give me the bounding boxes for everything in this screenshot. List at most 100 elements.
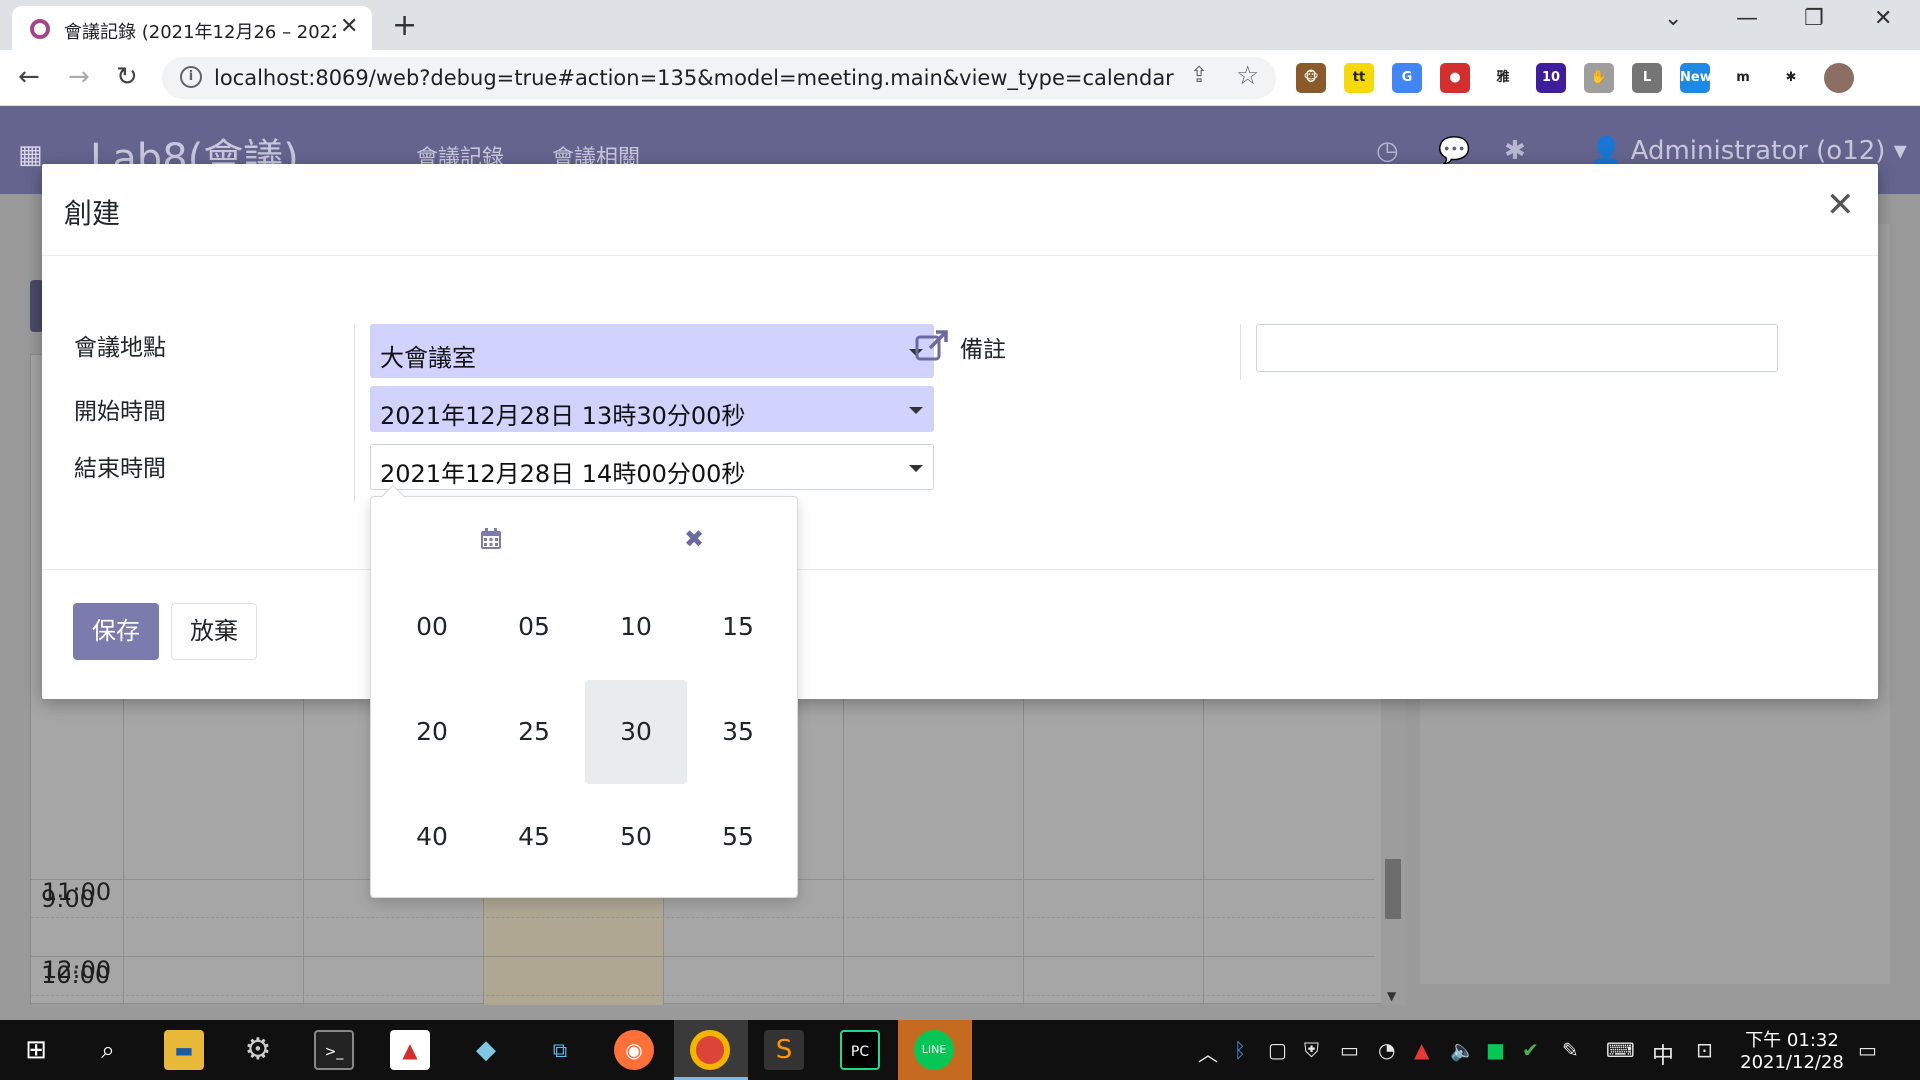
- chevron-down-icon: [909, 407, 923, 414]
- minute-40[interactable]: 40: [381, 785, 483, 889]
- scrollbar-thumb[interactable]: [1385, 859, 1401, 919]
- minute-25[interactable]: 25: [483, 680, 585, 784]
- tray-overflow-icon[interactable]: ︿: [1198, 1038, 1218, 1067]
- end-time-input[interactable]: 2021年12月28日 14時00分00秒: [370, 444, 934, 490]
- minute-picker: ✖ 00 05 10 15 20 25 30 35 40 45 50 55: [370, 484, 798, 898]
- notification-center-icon[interactable]: ▭: [1858, 1038, 1877, 1062]
- line-app-icon[interactable]: LINE: [914, 1030, 954, 1070]
- keyboard-icon[interactable]: ⌨: [1606, 1038, 1635, 1062]
- browser-tab[interactable]: 會議記錄 (2021年12月26 – 2022 ✕: [12, 6, 372, 50]
- site-info-icon[interactable]: i: [180, 66, 202, 88]
- line-tray-icon[interactable]: ■: [1486, 1038, 1505, 1062]
- pen-icon[interactable]: ✎: [1562, 1038, 1579, 1062]
- calendar-hour-line: [31, 956, 1375, 957]
- yahoo-dictionary-icon[interactable]: 雅: [1488, 63, 1518, 93]
- calendar-half-line: [31, 995, 1375, 996]
- volume-icon[interactable]: 🔈: [1450, 1038, 1475, 1062]
- start-time-value: 2021年12月28日 13時30分00秒: [380, 402, 746, 430]
- scroll-down-arrow-icon[interactable]: ▼: [1387, 989, 1396, 1003]
- ime-mode-indicator[interactable]: 中: [1652, 1038, 1674, 1070]
- debug-bug-icon[interactable]: ✱: [1504, 136, 1526, 166]
- puzzle-icon[interactable]: ✱: [1776, 63, 1806, 93]
- new-tab-button[interactable]: +: [392, 8, 417, 43]
- file-explorer-icon[interactable]: ▬: [164, 1030, 204, 1070]
- sublime-text-icon[interactable]: S: [764, 1030, 804, 1070]
- wifi-icon[interactable]: ◔: [1378, 1038, 1395, 1062]
- activity-clock-icon[interactable]: ◷: [1376, 136, 1399, 166]
- notes-app-icon[interactable]: ◆: [466, 1030, 506, 1070]
- reload-icon[interactable]: ↻: [116, 62, 138, 92]
- dialog-close-icon[interactable]: ✕: [1826, 188, 1855, 222]
- dialog-title: 創建: [64, 197, 121, 230]
- external-link-icon[interactable]: [914, 328, 950, 364]
- clock-time[interactable]: 下午 01:32: [1744, 1026, 1840, 1052]
- clock-date[interactable]: 2021/12/28: [1738, 1052, 1846, 1073]
- settings-gear-icon[interactable]: ⚙: [238, 1030, 278, 1070]
- minute-50[interactable]: 50: [585, 785, 687, 889]
- tab-search-icon[interactable]: ⌄: [1664, 6, 1682, 31]
- url-text[interactable]: localhost:8069/web?debug=true#action=135…: [214, 66, 1174, 90]
- time-label-11: 11:00: [42, 878, 112, 906]
- address-bar[interactable]: i localhost:8069/web?debug=true#action=1…: [162, 57, 1276, 99]
- bluetooth-icon[interactable]: ᛒ: [1234, 1038, 1246, 1062]
- location-select[interactable]: 大會議室: [370, 324, 934, 378]
- tab-title: 會議記錄 (2021年12月26 – 2022: [64, 22, 336, 43]
- minute-55[interactable]: 55: [687, 785, 789, 889]
- minimize-button[interactable]: —: [1736, 6, 1758, 31]
- stock-app-icon[interactable]: ▲: [1414, 1038, 1429, 1062]
- tab-close-icon[interactable]: ✕: [340, 14, 358, 39]
- red-extension-icon[interactable]: ●: [1440, 63, 1470, 93]
- network-app-icon[interactable]: ⧉: [540, 1030, 580, 1070]
- end-time-label: 結束時間: [74, 456, 166, 482]
- line-extension-icon[interactable]: L: [1632, 63, 1662, 93]
- minute-15[interactable]: 15: [687, 575, 789, 679]
- user-name: Administrator (o12): [1630, 136, 1886, 166]
- discard-button[interactable]: 放棄: [171, 603, 257, 660]
- calendar-icon[interactable]: [479, 527, 503, 551]
- minute-20[interactable]: 20: [381, 680, 483, 784]
- note-label: 備註: [960, 337, 1006, 363]
- chrome-icon[interactable]: [690, 1030, 730, 1070]
- picker-close-icon[interactable]: ✖: [684, 525, 704, 553]
- note-input[interactable]: [1256, 324, 1778, 372]
- security-shield-icon[interactable]: ⛨: [1304, 1038, 1319, 1062]
- chat-icon[interactable]: 💬: [1438, 136, 1470, 166]
- start-time-input[interactable]: 2021年12月28日 13時30分00秒: [370, 386, 934, 432]
- windows-taskbar: ⊞ ⌕ ▬ ⚙ >_ ▲ ◆ ⧉ ◉ S PC LINE ︿ ᛒ ▢ ⛨ ▭ ◔…: [0, 1020, 1920, 1080]
- tt-extension-icon[interactable]: tt: [1344, 63, 1374, 93]
- hand-extension-icon[interactable]: ✋: [1584, 63, 1614, 93]
- minute-45[interactable]: 45: [483, 785, 585, 889]
- chevron-down-icon: [909, 465, 923, 472]
- minute-30-selected[interactable]: 30: [585, 680, 687, 784]
- share-icon[interactable]: ⇪: [1190, 63, 1208, 88]
- antivirus-check-icon[interactable]: ✔: [1522, 1038, 1539, 1062]
- meet-now-icon[interactable]: ▢: [1268, 1038, 1287, 1062]
- back-icon[interactable]: ←: [18, 62, 40, 92]
- forward-icon[interactable]: →: [68, 62, 90, 92]
- monkey-extension-icon[interactable]: 🐵: [1296, 63, 1326, 93]
- profile-avatar[interactable]: [1824, 63, 1854, 93]
- apps-grid-icon[interactable]: ▦: [18, 140, 43, 170]
- terminal-icon[interactable]: >_: [314, 1030, 354, 1070]
- bookmark-star-icon[interactable]: ☆: [1236, 61, 1259, 91]
- windows-start-icon[interactable]: ⊞: [16, 1030, 56, 1070]
- m-extension-icon[interactable]: m: [1728, 63, 1758, 93]
- minute-05[interactable]: 05: [483, 575, 585, 679]
- save-button[interactable]: 保存: [73, 603, 159, 660]
- graduation-extension-icon[interactable]: 10: [1536, 63, 1566, 93]
- battery-icon[interactable]: ▭: [1340, 1038, 1359, 1062]
- browser-toolbar: ← → ↻ i localhost:8069/web?debug=true#ac…: [0, 50, 1920, 106]
- firefox-icon[interactable]: ◉: [614, 1030, 654, 1070]
- google-translate-icon[interactable]: G: [1392, 63, 1422, 93]
- search-icon[interactable]: ⌕: [88, 1030, 128, 1070]
- minute-00[interactable]: 00: [381, 575, 483, 679]
- pycharm-icon[interactable]: PC: [840, 1030, 880, 1070]
- ime-toggle-icon[interactable]: ⊡: [1696, 1038, 1713, 1062]
- pdf-app-icon[interactable]: ▲: [390, 1030, 430, 1070]
- close-window-button[interactable]: ✕: [1874, 6, 1892, 31]
- new-extension-icon[interactable]: New: [1680, 63, 1712, 93]
- restore-button[interactable]: ❐: [1804, 6, 1824, 31]
- minute-35[interactable]: 35: [687, 680, 789, 784]
- user-menu[interactable]: 👤 Administrator (o12) ▾: [1590, 136, 1907, 166]
- minute-10[interactable]: 10: [585, 575, 687, 679]
